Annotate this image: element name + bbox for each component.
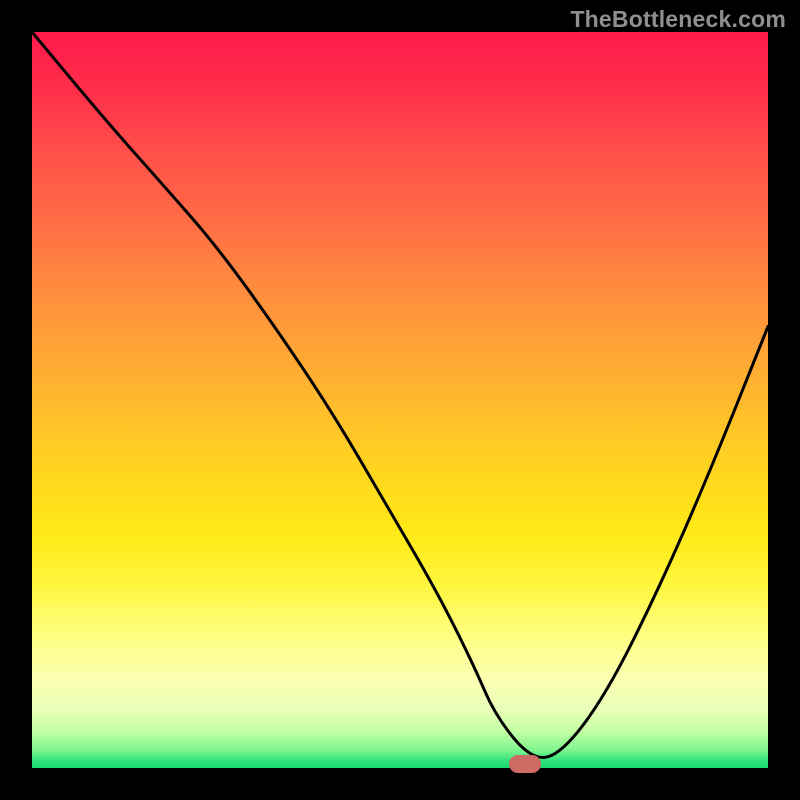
optimal-point-marker [509,755,541,773]
chart-container: TheBottleneck.com [0,0,800,800]
plot-area [32,32,768,768]
watermark-text: TheBottleneck.com [570,6,786,33]
bottleneck-curve [32,32,768,768]
